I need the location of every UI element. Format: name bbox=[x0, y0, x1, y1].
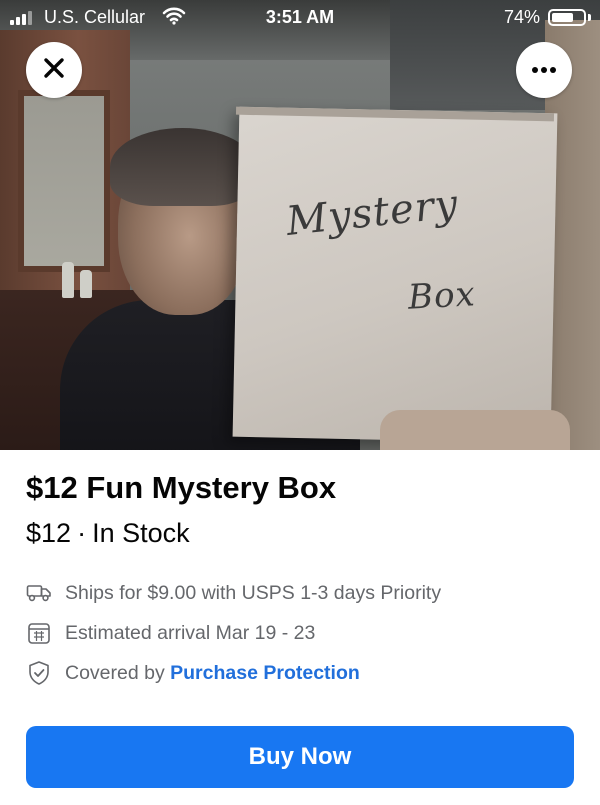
truck-icon bbox=[26, 580, 52, 606]
battery-icon bbox=[548, 9, 586, 26]
more-options-button[interactable] bbox=[516, 42, 572, 98]
price-line: $12 · In Stock bbox=[26, 518, 190, 549]
photo-hand bbox=[380, 410, 570, 450]
more-icon bbox=[531, 61, 557, 79]
battery-nub bbox=[588, 14, 591, 21]
shield-check-icon bbox=[26, 660, 52, 686]
arrival-text: Estimated arrival Mar 19 - 23 bbox=[65, 621, 316, 644]
arrival-row: Estimated arrival Mar 19 - 23 bbox=[26, 620, 315, 646]
calendar-icon bbox=[26, 620, 52, 646]
listing-price: $12 bbox=[26, 518, 72, 548]
box-handwriting-line2: Box bbox=[406, 274, 477, 318]
price-separator: · bbox=[77, 518, 87, 548]
stock-status: In Stock bbox=[92, 518, 190, 548]
photo-person-hair bbox=[110, 128, 255, 206]
close-icon bbox=[43, 57, 65, 84]
product-photo[interactable]: Mystery Box bbox=[0, 0, 600, 450]
shipping-row: Ships for $9.00 with USPS 1-3 days Prior… bbox=[26, 580, 441, 606]
purchase-protection-link[interactable]: Purchase Protection bbox=[170, 662, 360, 685]
buy-now-button[interactable]: Buy Now bbox=[26, 726, 574, 788]
protection-prefix: Covered by bbox=[65, 661, 165, 684]
photo-mirror bbox=[18, 90, 110, 272]
protection-row: Covered by Purchase Protection bbox=[26, 660, 360, 686]
shipping-text: Ships for $9.00 with USPS 1-3 days Prior… bbox=[65, 581, 442, 604]
photo-bottle bbox=[80, 270, 92, 298]
listing-title: $12 Fun Mystery Box bbox=[26, 470, 337, 505]
close-button[interactable] bbox=[26, 42, 82, 98]
photo-cardboard-box bbox=[232, 106, 558, 444]
status-bar: U.S. Cellular 3:51 AM 74% bbox=[0, 0, 600, 34]
battery-percent: 74% bbox=[503, 7, 540, 27]
photo-bottle bbox=[62, 262, 74, 298]
battery-level-fill bbox=[552, 13, 574, 22]
